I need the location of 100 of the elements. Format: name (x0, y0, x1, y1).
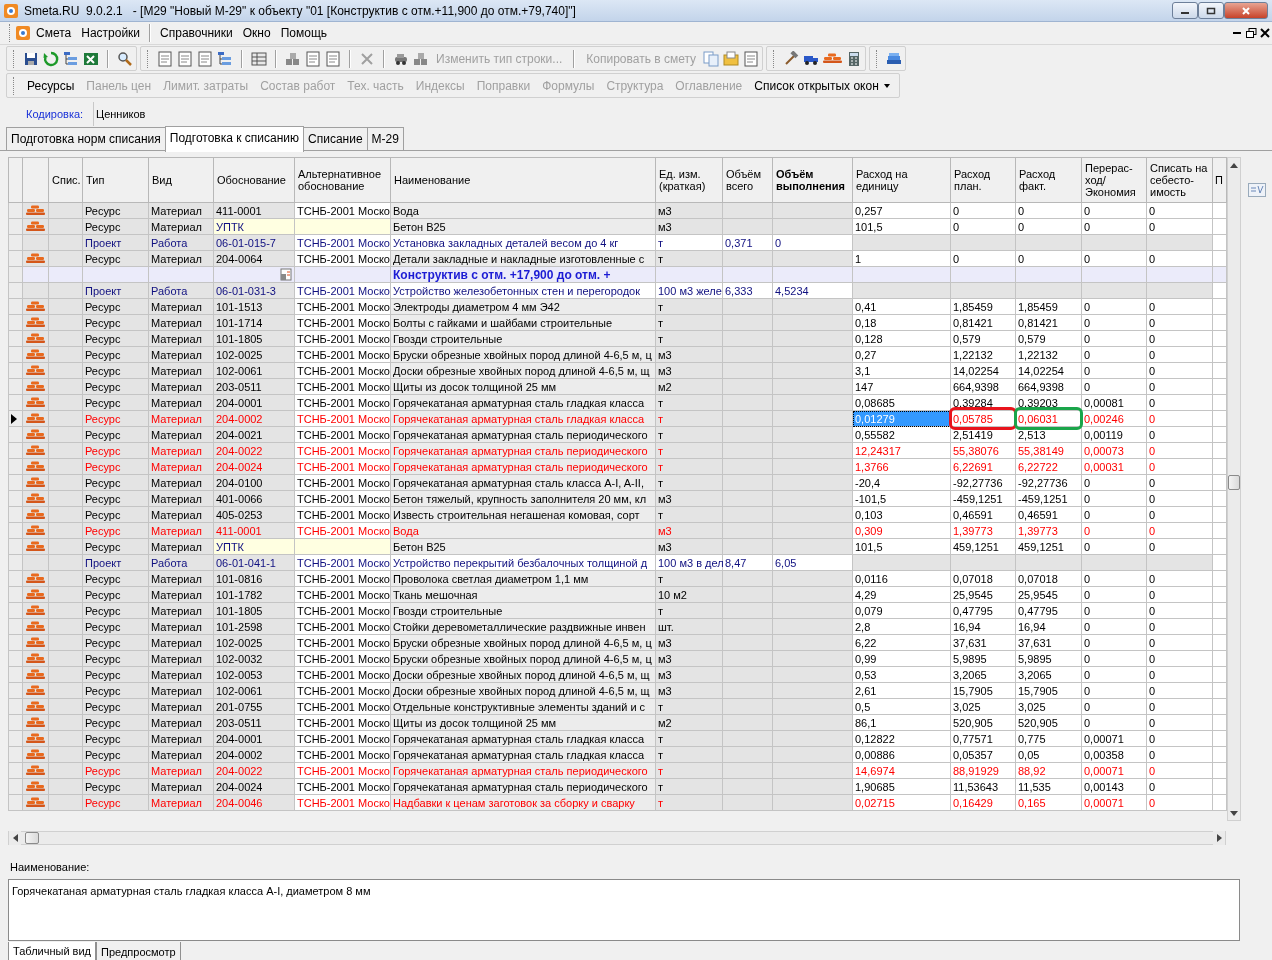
restore-button[interactable] (1244, 26, 1258, 40)
maximize-button[interactable] (1198, 2, 1224, 19)
column-header[interactable]: Спис. (48, 157, 83, 203)
menu-item[interactable]: Справочники (155, 24, 238, 42)
tree-icon[interactable] (217, 50, 233, 67)
scroll-right-button[interactable] (1213, 831, 1225, 845)
tab[interactable]: Подготовка норм списания (6, 127, 166, 150)
document-icon[interactable] (305, 50, 321, 67)
window-title: Smeta.RU 9.0.2.1 - [M29 "Новый M-29" к объекту "01 [Конструктив с отм.+11,900 до отм.+79,740]"] (24, 2, 576, 20)
close-button[interactable] (1258, 26, 1272, 40)
spreadsheet-icon[interactable] (83, 50, 99, 67)
bricks-icon (26, 765, 45, 776)
horizontal-scrollbar[interactable] (8, 831, 1226, 845)
bricks-icon (26, 477, 45, 488)
column-header[interactable]: Объём выполнения (772, 157, 853, 203)
bricks-icon (26, 301, 45, 312)
column-header[interactable]: Альтернативное обоснование (294, 157, 391, 203)
column-header[interactable]: Расход план. (950, 157, 1016, 203)
scrollbar-thumb[interactable] (25, 832, 39, 844)
bricks-icon (26, 253, 45, 264)
cross-icon[interactable] (359, 50, 375, 67)
copy-icon[interactable] (703, 50, 720, 67)
field-label: Наименование: (10, 860, 91, 875)
scroll-left-button[interactable] (9, 831, 21, 845)
tab[interactable]: Предпросмотр (96, 941, 181, 960)
bricks-icon (26, 589, 45, 600)
bricks-icon (26, 445, 45, 456)
app-icon (3, 2, 19, 19)
vertical-scrollbar[interactable] (1227, 157, 1241, 821)
arrow-right-icon (1216, 834, 1222, 842)
bricks-icon (26, 781, 45, 792)
app-icon (15, 25, 31, 41)
maximize-icon (1206, 6, 1216, 15)
tab[interactable]: Подготовка к списанию (164, 126, 305, 152)
bricks-icon (26, 701, 45, 712)
bricks-icon (26, 205, 45, 216)
tab[interactable]: М-29 (366, 127, 404, 150)
bricks-icon (26, 461, 45, 472)
minimize-button[interactable] (1172, 2, 1198, 19)
document-icon[interactable] (743, 50, 760, 67)
toolbar-button[interactable]: Список открытых окон (750, 76, 896, 95)
document-icon[interactable] (197, 50, 213, 67)
column-header[interactable]: Расход факт. (1015, 157, 1082, 203)
save-icon[interactable] (23, 50, 39, 67)
column-header[interactable]: Перерас-ход/ Экономия (1081, 157, 1147, 203)
bricks-icon (26, 749, 45, 760)
folder-icon[interactable] (723, 50, 740, 67)
document-icon[interactable] (157, 50, 173, 67)
menu-item[interactable]: Окно (237, 24, 276, 42)
search-icon[interactable] (117, 50, 133, 67)
bricks-icon (26, 637, 45, 648)
bricks-icon (26, 493, 45, 504)
toolbar-button[interactable]: Ресурсы (23, 76, 79, 95)
bricks-icon (26, 413, 45, 424)
arrow-left-icon (12, 834, 18, 842)
menu-item[interactable]: Настройки (76, 24, 146, 42)
minimize-icon (1233, 32, 1241, 34)
row-pointer-icon (11, 413, 17, 424)
coding-label: Кодировка: (26, 106, 85, 122)
column-header[interactable]: Расход на единицу (852, 157, 951, 203)
bricks-icon (26, 717, 45, 728)
column-header[interactable]: Наименование (390, 157, 656, 203)
close-icon (1241, 6, 1251, 15)
bricks-icon (26, 669, 45, 680)
close-icon (1259, 27, 1271, 39)
document-icon[interactable] (325, 50, 341, 67)
bricks-icon (26, 429, 45, 440)
tree-icon[interactable] (63, 50, 79, 67)
column-header[interactable]: Списать на себесто-имость (1146, 157, 1213, 203)
bricks-icon (26, 621, 45, 632)
blocks-icon[interactable] (285, 50, 301, 67)
column-header[interactable]: Обоснование (213, 157, 295, 203)
bricks-icon (26, 525, 45, 536)
menu-item[interactable]: Помощь (275, 24, 333, 42)
caret-icon (882, 81, 892, 90)
tab[interactable]: Табличный вид (8, 941, 97, 960)
books-icon[interactable] (886, 50, 903, 67)
bricks-icon (26, 733, 45, 744)
column-header[interactable]: Объём всего (722, 157, 773, 203)
panel-icon[interactable] (1247, 183, 1266, 197)
column-header[interactable]: Ед. изм. (краткая) (655, 157, 723, 203)
column-header[interactable]: Вид (148, 157, 214, 203)
document-icon (280, 268, 292, 281)
document-icon[interactable] (177, 50, 193, 67)
hammer-icon[interactable] (783, 50, 800, 67)
bricks-icon (26, 541, 45, 552)
bricks-icon (26, 365, 45, 376)
arrow-up-icon (1230, 162, 1238, 168)
bricks-icon (26, 573, 45, 584)
scrollbar-thumb[interactable] (1228, 475, 1240, 491)
menu-item[interactable]: Смета (31, 24, 77, 42)
bricks-icon[interactable] (823, 53, 843, 64)
bricks-icon (26, 653, 45, 664)
bricks-icon (26, 605, 45, 616)
bricks-icon (26, 509, 45, 520)
column-header[interactable]: Тип (82, 157, 149, 203)
name-field[interactable]: Горячекатаная арматурная сталь гладкая класса A-I, диаметром 8 мм (8, 878, 1240, 941)
table-icon[interactable] (251, 50, 267, 67)
bricks-icon (26, 797, 45, 808)
bricks-icon (26, 397, 45, 408)
